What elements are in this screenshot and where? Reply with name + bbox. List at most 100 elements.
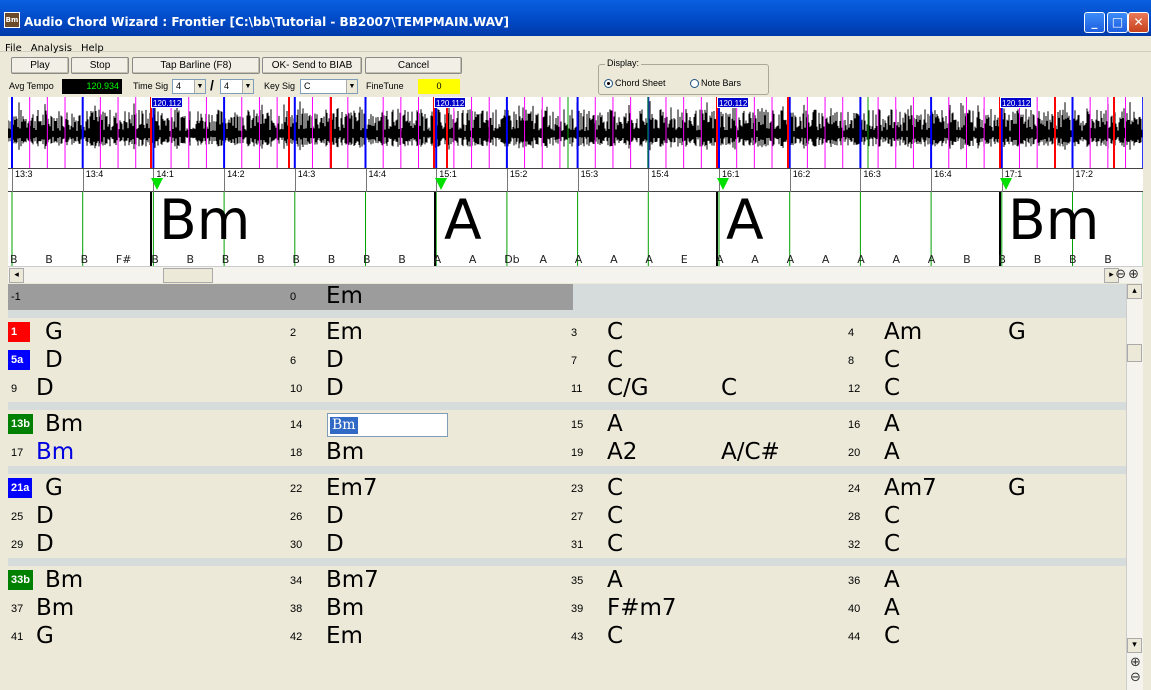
bar-cell[interactable]: 15 A (571, 410, 848, 438)
chord-name[interactable]: G (45, 318, 63, 346)
stop-button[interactable]: Stop (71, 57, 129, 74)
chord-name[interactable]: C (607, 530, 623, 558)
chord-name[interactable]: Bm (45, 410, 83, 438)
bar-cell[interactable]: 25 D (8, 502, 290, 530)
bar-cell[interactable]: 19 A2 A/C# (571, 438, 848, 466)
bar-cell[interactable]: 12 C (848, 374, 1126, 402)
ruler-tick[interactable]: 15:4 (648, 169, 669, 193)
bar-cell[interactable]: 11 C/G C (571, 374, 848, 402)
scroll-up-icon[interactable]: ▴ (1127, 284, 1142, 299)
chord-name[interactable]: Bm (326, 438, 364, 466)
chord-name[interactable]: A (607, 410, 623, 438)
bar-cell[interactable]: 1G (8, 318, 290, 346)
chord-name[interactable]: C/G (607, 374, 649, 402)
maximize-button[interactable]: □ (1107, 12, 1128, 33)
chord-sheet[interactable]: -1 0 Em 1 G 2 Em 3 C 4 Am G 5a D 6 D 7 C 8 C 9 D 10 D 11 C/G C 1… (8, 284, 1126, 690)
zoom-out-icon[interactable]: ⊖ (1115, 267, 1128, 282)
bar-cell[interactable]: 32 C (848, 530, 1126, 558)
chord-name[interactable]: A (884, 410, 900, 438)
chord-name[interactable]: C (884, 346, 900, 374)
bar-cell[interactable]: 22 Em7 (290, 474, 571, 502)
chord-name[interactable]: Bm (36, 438, 74, 466)
chord-name[interactable]: D (326, 502, 344, 530)
chord-name[interactable]: C (884, 374, 900, 402)
play-button[interactable]: Play (11, 57, 69, 74)
bar-cell[interactable]: 24 Am7 G (848, 474, 1126, 502)
key-sig-select[interactable]: C ▼ (300, 79, 358, 94)
ruler-tick[interactable]: 16:3 (860, 169, 881, 193)
bar-cell[interactable]: 27 C (571, 502, 848, 530)
chord-name[interactable]: Em (326, 284, 363, 310)
zoom-in-icon[interactable]: ⊕ (1128, 267, 1141, 282)
chord-name-beat3[interactable]: G (1008, 474, 1026, 502)
scroll-left-icon[interactable]: ◂ (9, 268, 24, 283)
bar-cell[interactable]: 29 D (8, 530, 290, 558)
chord-name[interactable]: D (36, 502, 54, 530)
horizontal-scrollbar[interactable]: ◂ ▸ ⊖⊕ (8, 266, 1143, 283)
bar-cell[interactable]: 14 Bm (290, 410, 571, 438)
chord-name[interactable]: Bm7 (326, 566, 379, 594)
ruler-tick[interactable]: 13:3 (12, 169, 33, 193)
time-sig-denominator-select[interactable]: 4 ▼ (220, 79, 254, 94)
bar-cell[interactable]: 3C (571, 318, 848, 346)
ruler-tick[interactable]: 16:4 (931, 169, 952, 193)
chord-name[interactable]: C (884, 622, 900, 650)
bar-cell[interactable]: 6D (290, 346, 571, 374)
chord-name[interactable]: A (884, 566, 900, 594)
bar-cell[interactable]: 44 C (848, 622, 1126, 650)
chord-name-beat3[interactable]: G (1008, 318, 1026, 346)
chord-name[interactable]: Em (326, 622, 363, 650)
cancel-button[interactable]: Cancel (365, 57, 462, 74)
bar-cell[interactable]: 39 F#m7 (571, 594, 848, 622)
chord-name[interactable]: F#m7 (607, 594, 677, 622)
chord-name[interactable]: A (607, 566, 623, 594)
chord-name[interactable]: D (326, 530, 344, 558)
bar-cell[interactable]: 13b Bm (8, 410, 290, 438)
ruler-tick[interactable]: 14:4 (365, 169, 386, 193)
ok-send-to-biab-button[interactable]: OK- Send to BIAB (262, 57, 362, 74)
chord-name[interactable]: C (607, 622, 623, 650)
chord-name[interactable]: C (607, 474, 623, 502)
ruler-tick[interactable]: 13:4 (82, 169, 103, 193)
bar-cell[interactable]: 10 D (290, 374, 571, 402)
scroll-down-icon[interactable]: ▾ (1127, 638, 1142, 653)
bar-cell[interactable]: 40 A (848, 594, 1126, 622)
chord-name[interactable]: C (607, 502, 623, 530)
bar-cell[interactable]: 20 A (848, 438, 1126, 466)
chord-name[interactable]: C (884, 530, 900, 558)
chord-name[interactable]: C (884, 502, 900, 530)
chord-name[interactable]: A2 (607, 438, 637, 466)
bar-cell[interactable]: 37 Bm (8, 594, 290, 622)
bar-cell[interactable]: 42 Em (290, 622, 571, 650)
chord-sheet-radio[interactable]: Chord Sheet (604, 78, 666, 89)
zoom-in-icon[interactable]: ⊕ (1128, 655, 1143, 670)
chord-name[interactable]: C (607, 346, 623, 374)
close-button[interactable]: ✕ (1128, 12, 1149, 33)
vertical-scroll-thumb[interactable] (1127, 344, 1142, 362)
chord-name[interactable]: A (884, 438, 900, 466)
bar-cell[interactable]: 4 Am G (848, 318, 1126, 346)
chord-name[interactable]: D (36, 530, 54, 558)
menu-analysis[interactable]: Analysis (26, 41, 76, 54)
bar-cell[interactable]: 26 D (290, 502, 571, 530)
bar-cell[interactable]: 17 Bm (8, 438, 290, 466)
ruler-tick[interactable]: 14:3 (294, 169, 315, 193)
bar-cell[interactable]: 16 A (848, 410, 1126, 438)
chord-edit-input[interactable]: Bm (327, 413, 448, 437)
bar-cell[interactable]: 8C (848, 346, 1126, 374)
ruler-tick[interactable]: 15:2 (506, 169, 527, 193)
bar-cell[interactable]: 9D (8, 374, 290, 402)
vertical-scrollbar[interactable]: ▴ ▾ ⊕ ⊖ (1126, 284, 1143, 690)
title-bar[interactable]: Bm Audio Chord Wizard : Frontier [C:\bb\… (0, 0, 1151, 36)
menu-file[interactable]: File (0, 41, 26, 54)
bar-cell[interactable]: 41 G (8, 622, 290, 650)
bar-cell[interactable]: 38 Bm (290, 594, 571, 622)
bar-cell[interactable]: 34 Bm7 (290, 566, 571, 594)
chord-name[interactable]: Em7 (326, 474, 378, 502)
bar-cell[interactable]: 31 C (571, 530, 848, 558)
minimize-button[interactable]: _ (1084, 12, 1105, 33)
time-sig-numerator-select[interactable]: 4 ▼ (172, 79, 206, 94)
bar-cell[interactable]: 36 A (848, 566, 1126, 594)
finetune-value[interactable]: 0 (418, 79, 460, 94)
chord-name[interactable]: A (884, 594, 900, 622)
